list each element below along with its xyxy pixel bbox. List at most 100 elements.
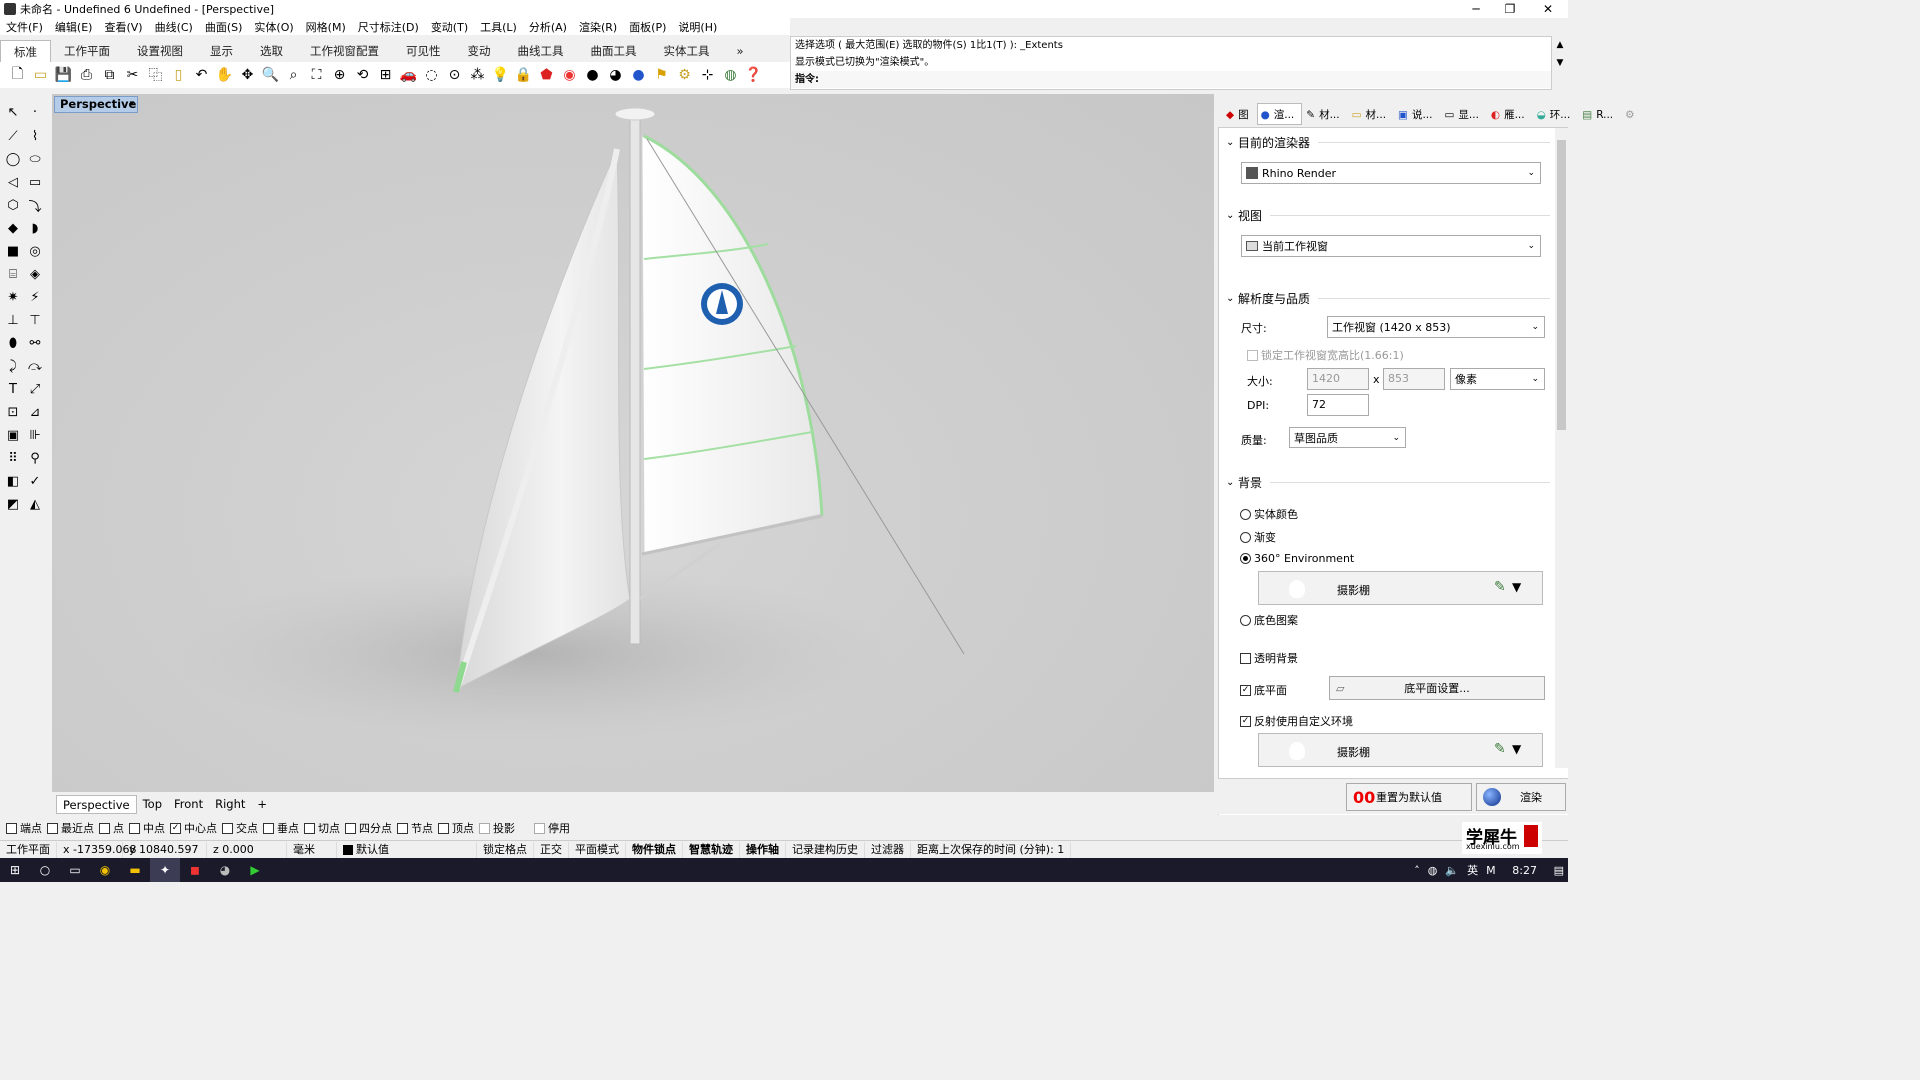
save-icon[interactable]: 💾 — [52, 64, 75, 87]
status-gumball[interactable]: 操作轴 — [740, 841, 786, 858]
status-filter[interactable]: 过滤器 — [865, 841, 911, 858]
tab-viewport-layout[interactable]: 工作视窗配置 — [297, 40, 393, 62]
status-smarttrack[interactable]: 智慧轨迹 — [683, 841, 740, 858]
four-view-icon[interactable]: ⊞ — [374, 64, 397, 87]
command-scrollbar[interactable]: ▲ ▼ — [1552, 36, 1568, 90]
rotate-icon[interactable]: ⟲ — [351, 64, 374, 87]
dimension-icon[interactable]: ⊿ — [24, 401, 46, 423]
status-grid-snap[interactable]: 锁定格点 — [477, 841, 534, 858]
viewport-tab-front[interactable]: Front — [168, 795, 209, 814]
menu-view[interactable]: 查看(V) — [98, 19, 148, 35]
command-area[interactable]: 选择选项 ( 最大范围(E) 选取的物件(S) 1比1(T) ): _Exten… — [790, 36, 1552, 90]
tab-curve-tools[interactable]: 曲线工具 — [505, 40, 578, 62]
tab-standard[interactable]: 标准 — [0, 40, 51, 62]
select-icon[interactable]: ⁂ — [466, 64, 489, 87]
reflection-custom-checkbox[interactable]: ✓ 反射使用自定义环境 — [1240, 713, 1353, 729]
render-button[interactable]: 渲染 — [1476, 783, 1566, 811]
cut-icon[interactable]: ✂ — [121, 64, 144, 87]
light-icon[interactable]: 💡 — [489, 64, 512, 87]
section-resolution[interactable]: ⌄ 解析度与品质 — [1226, 290, 1550, 307]
menu-tools[interactable]: 工具(L) — [474, 19, 523, 35]
height-input[interactable]: 853 — [1383, 368, 1445, 390]
status-ortho[interactable]: 正交 — [534, 841, 569, 858]
osnap-quad[interactable]: 四分点 — [345, 820, 392, 836]
swatch-menu-icon[interactable]: ▼ — [1512, 742, 1521, 756]
tray-lang[interactable]: 英 — [1463, 862, 1482, 878]
panel-tab-materials2[interactable]: ▭ 材... — [1348, 103, 1394, 125]
minimize-button[interactable]: ─ — [1458, 0, 1494, 18]
osnap-project[interactable]: 投影 — [479, 820, 515, 836]
notification-icon[interactable]: ▤ — [1550, 864, 1568, 877]
panel-tab-help[interactable]: ▣ 说... — [1394, 103, 1440, 125]
rhino-app-icon[interactable]: ✦ — [150, 858, 180, 882]
box-icon[interactable]: ■ — [2, 240, 24, 262]
task-view-icon[interactable]: ▭ — [60, 858, 90, 882]
text-icon[interactable]: T — [2, 378, 24, 400]
polyline-icon[interactable]: ⟋ — [2, 125, 24, 147]
panel-tab-display[interactable]: ▭ 显... — [1440, 103, 1486, 125]
material-icon[interactable]: ⬟ — [535, 64, 558, 87]
panel-tab-rhino[interactable]: ▤ R... — [1578, 103, 1621, 125]
grid-icon[interactable]: ⊹ — [696, 64, 719, 87]
dpi-input[interactable]: 72 — [1307, 394, 1369, 416]
polygon-icon[interactable]: ⬡ — [2, 194, 24, 216]
osnap-vertex[interactable]: 顶点 — [438, 820, 474, 836]
osnap-disable[interactable]: 停用 — [534, 820, 570, 836]
menu-analyze[interactable]: 分析(A) — [523, 19, 573, 35]
zoom-selected-icon[interactable]: ⊕ — [328, 64, 351, 87]
viewport-tab-right[interactable]: Right — [209, 795, 251, 814]
section-background[interactable]: ⌄ 背景 — [1226, 474, 1550, 491]
undo-icon[interactable]: ↶ — [190, 64, 213, 87]
pan-icon[interactable]: ✋ — [213, 64, 236, 87]
renderer-select[interactable]: Rhino Render ⌄ — [1241, 162, 1541, 184]
copy-icon[interactable]: ⿻ — [144, 64, 167, 87]
ruler-icon[interactable]: ⊪ — [24, 424, 46, 446]
command-prompt[interactable]: 指令: — [791, 71, 1551, 88]
zoom-extents-icon[interactable]: ⛶ — [305, 64, 328, 87]
edit-pencil-icon[interactable]: ✎ — [1494, 741, 1506, 757]
app-red-icon[interactable]: ◼ — [180, 858, 210, 882]
print-icon[interactable]: ⎙ — [75, 64, 98, 87]
scale-icon[interactable]: ⤢ — [24, 378, 46, 400]
app-green-icon[interactable]: ▶ — [240, 858, 270, 882]
section-renderer[interactable]: ⌄ 目前的渲染器 — [1226, 134, 1550, 151]
osnap-end[interactable]: 端点 — [6, 820, 42, 836]
viewport-menu-icon[interactable]: ▾ — [126, 96, 138, 113]
menu-mesh[interactable]: 网格(M) — [300, 19, 352, 35]
menu-render[interactable]: 渲染(R) — [573, 19, 623, 35]
rotate-view-icon[interactable]: ✥ — [236, 64, 259, 87]
search-icon[interactable]: ○ — [30, 858, 60, 882]
swatch-menu-icon[interactable]: ▼ — [1512, 580, 1521, 594]
surface-icon[interactable]: ◆ — [2, 217, 24, 239]
restore-button[interactable]: ❐ — [1492, 0, 1528, 18]
array-icon[interactable]: ⊡ — [2, 401, 24, 423]
paste-icon[interactable]: ▯ — [167, 64, 190, 87]
offset-icon[interactable]: ⤸ — [2, 355, 24, 377]
ground-plane-checkbox[interactable]: ✓ 底平面 — [1240, 682, 1287, 698]
import-icon[interactable]: ⧉ — [98, 64, 121, 87]
sphere-icon[interactable]: ● — [627, 64, 650, 87]
ground-plane-settings-button[interactable]: ▱ 底平面设置... — [1329, 676, 1545, 700]
panel-tab-materials[interactable]: ✎ 材... — [1302, 103, 1347, 125]
point-icon[interactable]: · — [24, 101, 46, 123]
circle-icon[interactable]: ◯ — [2, 148, 24, 170]
tray-ime[interactable]: M — [1482, 864, 1500, 877]
close-button[interactable]: ✕ — [1530, 0, 1566, 18]
tab-cplanes[interactable]: 工作平面 — [51, 40, 124, 62]
menu-panels[interactable]: 面板(P) — [623, 19, 672, 35]
earth-icon[interactable]: ◍ — [719, 64, 742, 87]
tab-select[interactable]: 选取 — [247, 40, 297, 62]
bg-solid-radio[interactable]: 实体颜色 — [1240, 506, 1298, 522]
car-icon[interactable]: 🚗 — [397, 64, 420, 87]
explorer-icon[interactable]: ▬ — [120, 858, 150, 882]
lock-icon[interactable]: 🔒 — [512, 64, 535, 87]
grid-array-icon[interactable]: ⠿ — [2, 447, 24, 469]
app-gray-icon[interactable]: ◕ — [210, 858, 240, 882]
start-icon[interactable]: ⊞ — [0, 858, 30, 882]
tray-volume-icon[interactable]: 🔈 — [1441, 864, 1463, 877]
tab-more[interactable]: » — [724, 40, 758, 62]
boolean-icon[interactable]: ◎ — [24, 240, 46, 262]
tray-up-icon[interactable]: ˄ — [1410, 864, 1424, 877]
reset-default-button[interactable]: 00 重置为默认值 — [1346, 783, 1472, 811]
group-icon[interactable]: ⬮ — [2, 332, 24, 354]
